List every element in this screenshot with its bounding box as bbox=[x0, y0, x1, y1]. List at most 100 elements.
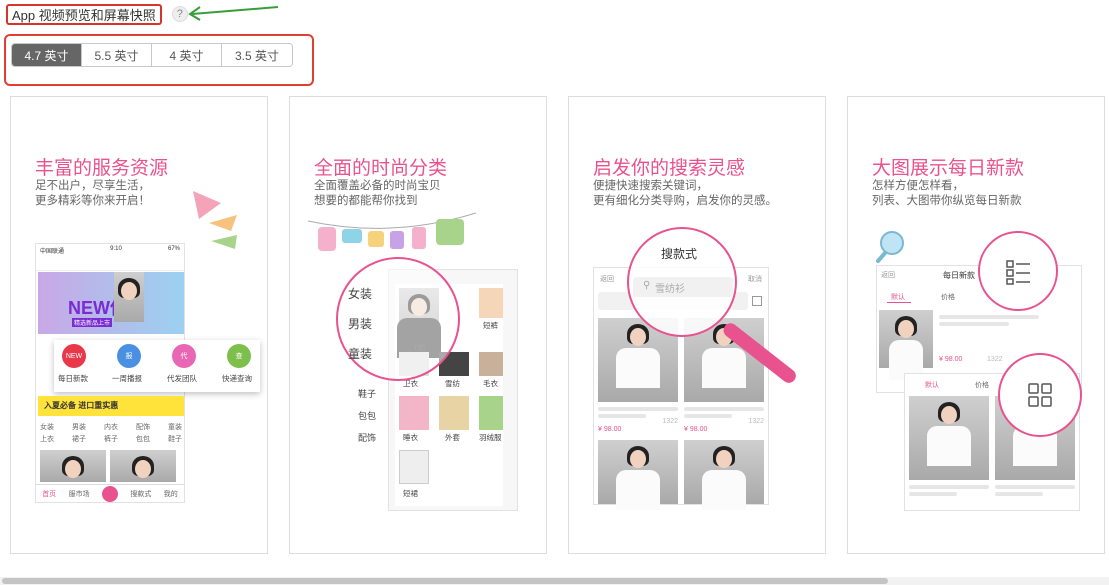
tab-size-5-5[interactable]: 5.5 英寸 bbox=[82, 44, 152, 66]
list-view-icon[interactable] bbox=[1006, 259, 1032, 285]
product-info bbox=[995, 482, 1075, 496]
back-button[interactable]: 返回 bbox=[881, 270, 895, 280]
tab-size-4-7[interactable]: 4.7 英寸 bbox=[12, 44, 82, 66]
banner[interactable]: NEW仙 精选新品上市 bbox=[38, 272, 184, 334]
subtitle-line-1: 足不出户，尽享生活， bbox=[35, 180, 150, 192]
product-image[interactable] bbox=[598, 440, 678, 510]
feature-row: NEW 报 代 查 每日新款 一周播报 代发团队 快递查询 bbox=[54, 340, 260, 392]
card-title: 全面的时尚分类 bbox=[314, 158, 448, 179]
card-subtitle: 便捷快速搜索关键词， 更有细化分类导购，启发你的灵感。 bbox=[593, 179, 777, 209]
product-image[interactable] bbox=[684, 440, 764, 510]
menu-item-women[interactable]: 女装 bbox=[348, 285, 372, 302]
subtitle-line-2: 想要的都能帮你找到 bbox=[314, 195, 418, 207]
new-arrivals-icon[interactable]: NEW bbox=[62, 344, 86, 368]
category-item[interactable]: 女装 bbox=[40, 422, 54, 432]
category-row-2: 上衣 裙子 裤子 包包 鞋子 bbox=[40, 434, 182, 444]
category-item[interactable]: 裙子 bbox=[72, 434, 86, 444]
product-image[interactable] bbox=[439, 396, 469, 430]
agent-team-icon[interactable]: 代 bbox=[172, 344, 196, 368]
item-label: 短裤 bbox=[483, 321, 498, 330]
search-input[interactable]: 雪纺衫 ⚲ bbox=[633, 277, 733, 297]
item-label: 外套 bbox=[445, 433, 460, 442]
product-image[interactable] bbox=[479, 352, 503, 376]
sold-count: 1322 bbox=[662, 418, 678, 425]
size-selector-highlight: 4.7 英寸 5.5 英寸 4 英寸 3.5 英寸 bbox=[4, 34, 314, 86]
tab-price[interactable]: 价格 bbox=[941, 292, 955, 302]
page-title: App 视频预览和屏幕快照 bbox=[12, 7, 156, 23]
tabbar-home[interactable]: 首页 bbox=[42, 489, 56, 499]
magnifier-callout: 搜款式 雪纺衫 ⚲ bbox=[627, 227, 737, 337]
product-image[interactable] bbox=[879, 310, 933, 380]
tab-size-4[interactable]: 4 英寸 bbox=[152, 44, 222, 66]
item-label: 短裙 bbox=[403, 489, 418, 498]
back-button[interactable]: 返回 bbox=[600, 274, 614, 284]
scrollbar-thumb[interactable] bbox=[2, 578, 888, 584]
screenshot-card-3[interactable]: 启发你的搜索灵感 便捷快速搜索关键词， 更有细化分类导购，启发你的灵感。 返回 … bbox=[568, 96, 826, 554]
carrier: 中国联通 bbox=[40, 249, 65, 255]
screenshot-card-4[interactable]: 大图展示每日新款 怎样方便怎样看， 列表、大图带你纵览每日新款 返回 每日新款 … bbox=[847, 96, 1105, 554]
product-info bbox=[909, 482, 989, 496]
screenshot-card-1[interactable]: 丰富的服务资源 足不出户，尽享生活， 更多精彩等你来开启！ 中国联通 9:10 … bbox=[10, 96, 268, 554]
item-label: 睡衣 bbox=[403, 433, 418, 442]
subtitle-line-2: 更多精彩等你来开启！ bbox=[35, 195, 150, 207]
menu-item-accessories[interactable]: 配饰 bbox=[358, 431, 376, 444]
app-preview-panel: App 视频预览和屏幕快照 ? 4.7 英寸 5.5 英寸 4 英寸 3.5 英… bbox=[0, 0, 1109, 585]
product-image[interactable] bbox=[399, 396, 429, 430]
tab-default[interactable]: 默认 bbox=[925, 380, 939, 390]
menu-item-bags[interactable]: 包包 bbox=[358, 409, 376, 422]
card-subtitle: 怎样方便怎样看， 列表、大图带你纵览每日新款 bbox=[872, 179, 1022, 209]
category-item[interactable]: 内衣 bbox=[104, 422, 118, 432]
menu-item-shoes[interactable]: 鞋子 bbox=[358, 387, 376, 400]
menu-item-kids[interactable]: 童装 bbox=[348, 345, 372, 362]
product-price: ¥ 98.00 bbox=[684, 426, 708, 433]
camera-icon[interactable] bbox=[101, 486, 118, 502]
delivery-query-icon[interactable]: 查 bbox=[227, 344, 251, 368]
category-item[interactable]: 童装 bbox=[168, 422, 182, 432]
tab-price[interactable]: 价格 bbox=[975, 380, 989, 390]
weekly-report-icon[interactable]: 报 bbox=[117, 344, 141, 368]
category-item[interactable]: 上衣 bbox=[40, 434, 54, 444]
search-mode-label[interactable]: 搜款式 bbox=[661, 245, 697, 262]
tabbar-search[interactable]: 搜款式 bbox=[130, 489, 151, 499]
product-image[interactable] bbox=[909, 396, 989, 480]
tabbar-market[interactable]: 服市场 bbox=[69, 489, 90, 499]
cancel-button[interactable]: 取消 bbox=[748, 274, 762, 284]
product-image[interactable] bbox=[479, 396, 503, 430]
product-image[interactable] bbox=[110, 450, 176, 482]
product-info: ¥ 98.00 1322 bbox=[684, 404, 764, 436]
category-item[interactable]: 包包 bbox=[136, 434, 150, 444]
list-view-callout bbox=[978, 231, 1058, 311]
horizontal-scrollbar[interactable] bbox=[0, 577, 1109, 585]
status-bar: 中国联通 9:10 67% bbox=[36, 244, 184, 257]
product-image[interactable] bbox=[479, 288, 503, 318]
tab-default[interactable]: 默认 bbox=[891, 292, 905, 302]
menu-item-men[interactable]: 男装 bbox=[348, 315, 372, 332]
category-item[interactable]: 鞋子 bbox=[168, 434, 182, 444]
tab-size-3-5[interactable]: 3.5 英寸 bbox=[222, 44, 292, 66]
card-subtitle: 全面覆盖必备的时尚宝贝 想要的都能帮你找到 bbox=[314, 179, 441, 209]
annotation-arrow-icon bbox=[188, 6, 279, 21]
decorative-confetti-icon bbox=[193, 191, 237, 249]
product-image[interactable] bbox=[40, 450, 106, 482]
grid-view-icon[interactable] bbox=[1028, 383, 1052, 407]
grid-view-icon[interactable] bbox=[752, 296, 762, 306]
subtitle-line-2: 更有细化分类导购，启发你的灵感。 bbox=[593, 195, 777, 207]
screenshot-card-2[interactable]: 全面的时尚分类 全面覆盖必备的时尚宝贝 想要的都能帮你找到 T恤 短裤 卫衣 bbox=[289, 96, 547, 554]
subtitle-line-1: 全面覆盖必备的时尚宝贝 bbox=[314, 180, 441, 192]
subtitle-line-2: 列表、大图带你纵览每日新款 bbox=[872, 195, 1022, 207]
nav-bar bbox=[36, 257, 184, 271]
category-item[interactable]: 男装 bbox=[72, 422, 86, 432]
tab-bar: 首页 服市场 搜款式 我的 bbox=[36, 484, 184, 503]
magnifying-glass-icon bbox=[876, 231, 904, 263]
page-header: 每日新款 bbox=[943, 271, 975, 280]
category-item[interactable]: 配饰 bbox=[136, 422, 150, 432]
feature-label: 每日新款 bbox=[58, 374, 88, 383]
battery: 67% bbox=[167, 246, 180, 252]
product-image[interactable] bbox=[399, 450, 429, 484]
promo-banner[interactable]: 入夏必备 进口重实惠 bbox=[38, 396, 184, 416]
grid-view-callout bbox=[998, 353, 1082, 437]
tabbar-mine[interactable]: 我的 bbox=[164, 489, 178, 499]
category-item[interactable]: 裤子 bbox=[104, 434, 118, 444]
card-subtitle: 足不出户，尽享生活， 更多精彩等你来开启！ bbox=[35, 179, 150, 209]
header: App 视频预览和屏幕快照 ? bbox=[6, 3, 188, 25]
